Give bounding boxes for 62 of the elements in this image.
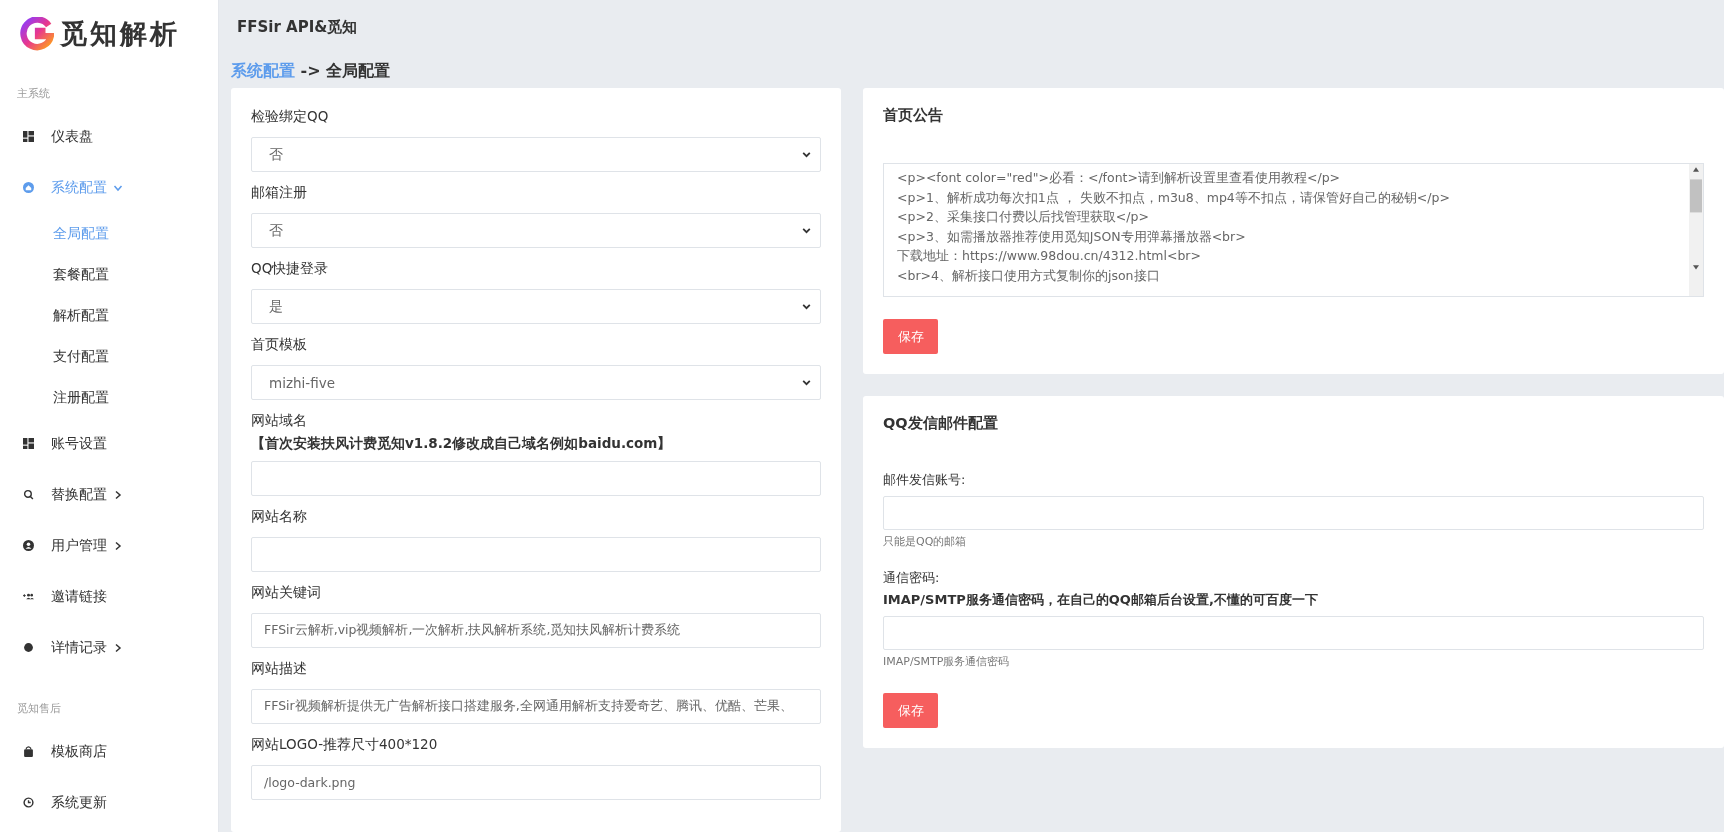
section-title: 主系统 (16, 86, 51, 101)
help-text: IMAP/SMTP服务通信密码 (883, 654, 1011, 669)
textarea-field[interactable] (883, 163, 1704, 297)
nav-item[interactable]: 替换配置 (0, 469, 218, 520)
input-field[interactable] (251, 537, 821, 572)
input-field[interactable] (883, 616, 1704, 650)
grid-icon (23, 438, 34, 449)
grid-icon (23, 131, 34, 142)
input-field[interactable] (251, 461, 821, 496)
field-label: QQ快捷登录 (251, 260, 330, 278)
nav-item[interactable]: 邀请链接 (0, 571, 218, 622)
home-icon (23, 182, 34, 193)
field-label: 邮件发信账号: (883, 471, 967, 489)
input-field[interactable] (883, 496, 1704, 530)
textarea-line: <p>2、采集接口付费以后找管理获取</p> (897, 209, 1150, 226)
textarea-line: <p>3、如需播放器推荐使用觅知JSON专用弹幕播放器<br> (897, 228, 1247, 246)
textarea-line: <br>4、解析接口使用方式复制你的json接口 (897, 267, 1161, 285)
textarea-line: 下载地址：https://www.98dou.cn/4312.html<br> (897, 248, 1202, 265)
field-label: 网站LOGO-推荐尺寸400*120 (251, 736, 439, 754)
header-title: FFSir API&觅知 (237, 18, 358, 37)
field-label: 通信密码: (883, 569, 941, 587)
card-title: 首页公告 (883, 106, 944, 125)
logo-icon (20, 17, 54, 51)
textarea-line: <p><font color="red">必看：</font>请到解析设置里查看使用教程</p> (897, 170, 1342, 187)
submenu-item[interactable]: 解析配置 (0, 295, 218, 336)
select-field[interactable]: 否 (251, 137, 821, 172)
nav-item[interactable]: 详情记录 (0, 622, 218, 673)
nav-item[interactable]: 模板商店 (0, 726, 218, 777)
input-field[interactable]: FFSir云解析,vip视频解析,一次解析,扶风解析系统,觅知扶风解析计费系统 (251, 613, 821, 648)
input-field[interactable]: /logo-dark.png (251, 765, 821, 800)
breadcrumb-current: -> 全局配置 (300, 61, 391, 80)
brand-name: 觅知解析 (60, 17, 180, 51)
field-label: 网站域名 (251, 412, 308, 430)
add-people-icon (23, 591, 34, 602)
select-field[interactable]: mizhi-five (251, 365, 821, 400)
search-icon (23, 489, 34, 500)
select-field[interactable]: 是 (251, 289, 821, 324)
nav-item[interactable]: 用户管理 (0, 520, 218, 571)
select-field[interactable]: 否 (251, 213, 821, 248)
clock-icon (23, 797, 34, 808)
field-label: 网站名称 (251, 508, 308, 526)
user-icon (23, 540, 34, 551)
field-label: 首页模板 (251, 336, 308, 354)
textarea-line: <p>1、解析成功每次扣1点 ， 失败不扣点，m3u8、mp4等不扣点，请保管好自己的秘钥</p> (897, 189, 1451, 207)
field-note: IMAP/SMTP服务通信密码，在自己的QQ邮箱后台设置,不懂的可百度一下 (883, 591, 1319, 609)
card-title: QQ发信邮件配置 (883, 414, 999, 433)
nav-item[interactable]: 系统更新 (0, 777, 218, 828)
field-label: 网站描述 (251, 660, 308, 678)
submenu-item[interactable]: 套餐配置 (0, 254, 218, 295)
field-label: 邮箱注册 (251, 184, 308, 202)
field-label: 检验绑定QQ (251, 108, 330, 126)
help-text: 只能是QQ的邮箱 (883, 534, 968, 549)
nav-item[interactable]: 账号设置 (0, 418, 218, 469)
submenu-item[interactable]: 支付配置 (0, 336, 218, 377)
nav-item[interactable]: 仪表盘 (0, 111, 218, 162)
shopping-bag-icon (23, 746, 34, 757)
dot-icon (23, 642, 34, 653)
submenu-item[interactable]: 注册配置 (0, 377, 218, 418)
input-field[interactable]: FFSir视频解析提供无广告解析接口搭建服务,全网通用解析支持爱奇艺、腾讯、优酷、芒果、 (251, 689, 821, 724)
section-title: 觅知售后 (16, 701, 62, 716)
field-label: 网站关键词 (251, 584, 322, 602)
field-note: 【首次安装扶风计费觅知v1.8.2修改成自己域名例如baidu.com】 (251, 435, 673, 453)
